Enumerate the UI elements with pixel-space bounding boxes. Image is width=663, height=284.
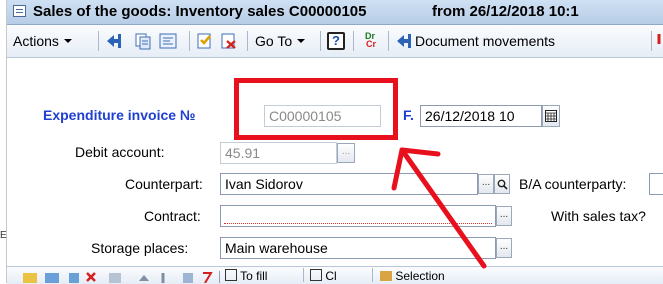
overflow-icon[interactable]	[655, 32, 663, 50]
clear-button[interactable]: Cl	[310, 269, 337, 283]
post-document-icon[interactable]	[196, 32, 214, 50]
toolbar-divider	[372, 268, 373, 282]
to-fill-button[interactable]: To fill	[225, 269, 267, 283]
to-fill-label: To fill	[240, 269, 268, 283]
clear-label: Cl	[325, 269, 337, 283]
debit-account-field[interactable]: 45.91	[220, 142, 337, 164]
document-movements-icon	[397, 34, 411, 48]
sales-tax-label: With sales tax?	[551, 208, 646, 224]
date-field[interactable]: 26/12/2018 10	[420, 105, 542, 127]
copy-document-icon[interactable]	[134, 32, 152, 50]
document-toolbar: Actions Go To ? Dr Cr Document movements	[7, 25, 663, 58]
debit-account-label: Debit account:	[75, 144, 165, 160]
goto-menu-button[interactable]: Go To	[255, 31, 306, 51]
calendar-button[interactable]	[542, 105, 560, 127]
toolbar-divider	[388, 31, 389, 51]
help-icon[interactable]: ?	[327, 32, 345, 50]
table-toolbar: To fill Cl Selection	[7, 266, 663, 284]
window-title: Sales of the goods: Inventory sales C000…	[33, 3, 367, 20]
document-movements-button[interactable]: Document movements	[395, 31, 555, 51]
cancel-posting-icon[interactable]	[220, 32, 238, 50]
toolbar-divider	[303, 268, 304, 282]
toolbar-divider	[189, 31, 190, 51]
chevron-down-icon	[297, 39, 306, 43]
counterpart-label: Counterpart:	[125, 176, 203, 192]
ba-counterparty-label: B/A counterparty:	[519, 176, 627, 192]
fill-icon	[225, 269, 237, 281]
annotation-arrow	[391, 147, 487, 269]
credit-label: Cr	[366, 39, 377, 49]
ba-counterparty-field[interactable]	[649, 173, 663, 195]
storage-places-label: Storage places:	[91, 240, 189, 256]
help-icon-label: ?	[332, 33, 340, 48]
toolbar-divider	[320, 31, 321, 51]
goto-menu-label: Go To	[255, 33, 293, 49]
document-movements-label: Document movements	[415, 33, 556, 49]
actions-menu-button[interactable]: Actions	[13, 31, 72, 51]
arrow-left-icon[interactable]	[105, 32, 123, 50]
window-title-date: from 26/12/2018 10:1	[432, 3, 579, 20]
document-icon	[13, 5, 26, 17]
debit-credit-icon[interactable]: Dr Cr	[361, 32, 379, 50]
toolbar-divider	[353, 31, 354, 51]
debit-account-select-button[interactable]: ...	[337, 143, 355, 163]
background-window-glyph: E	[0, 230, 7, 241]
annotation-highlight-box	[234, 78, 398, 140]
clear-icon	[310, 269, 322, 281]
chevron-down-icon	[63, 39, 72, 43]
toolbar-divider	[98, 31, 99, 51]
calendar-icon	[545, 110, 557, 122]
invoice-number-label: Expenditure invoice №	[43, 107, 196, 123]
contract-label: Contract:	[144, 208, 201, 224]
toolbar-divider	[247, 31, 248, 51]
actions-menu-label: Actions	[13, 33, 59, 49]
structure-icon[interactable]	[159, 32, 177, 50]
date-from-label: F.	[403, 107, 414, 123]
toolbar-divider	[651, 31, 652, 51]
window-title-bar[interactable]: Sales of the goods: Inventory sales C000…	[7, 0, 663, 25]
